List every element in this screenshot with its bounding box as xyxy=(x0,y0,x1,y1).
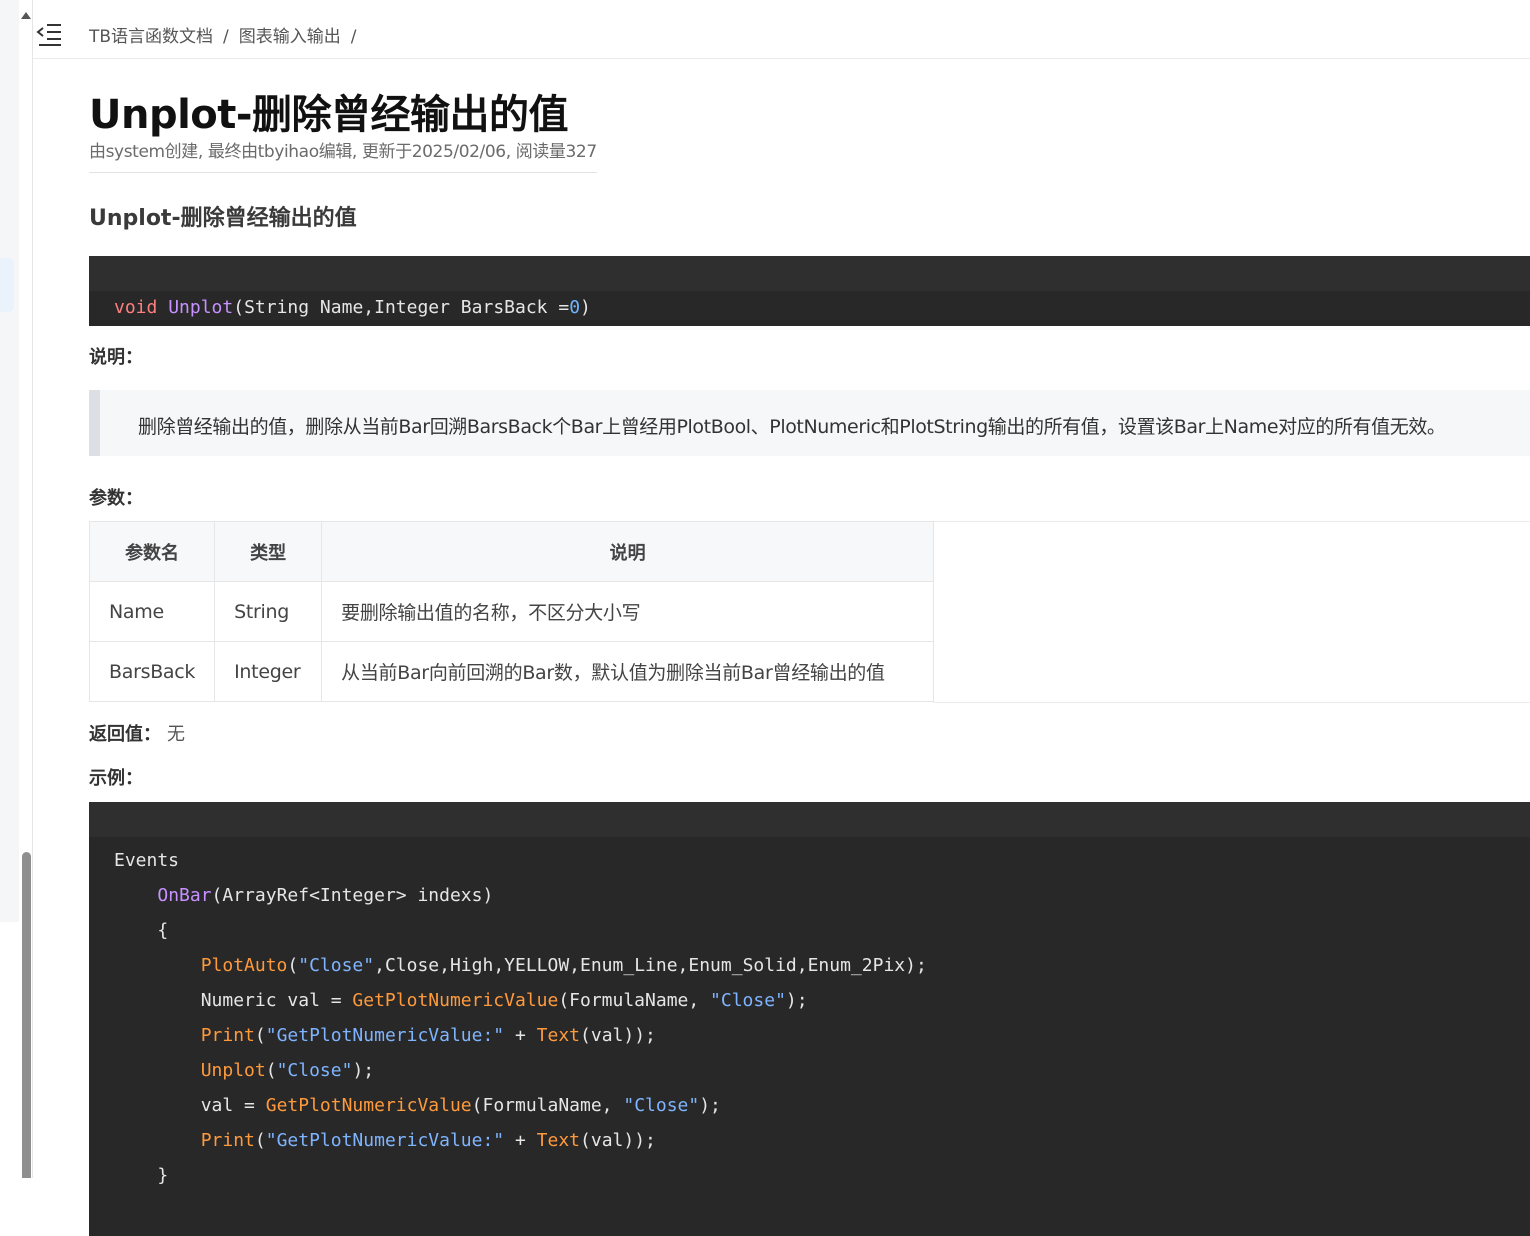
signature-code: void Unplot(String Name,Integer BarsBack… xyxy=(89,291,1530,319)
code-call: Text xyxy=(536,1025,581,1046)
param-desc: 从当前Bar向前回溯的Bar数，默认值为删除当前Bar曾经输出的值 xyxy=(321,641,935,702)
code-text: ); xyxy=(352,1060,375,1081)
code-string: "Close" xyxy=(710,990,786,1011)
sidebar-divider xyxy=(32,0,33,1178)
code-string: "Close" xyxy=(276,1060,353,1081)
code-line: { xyxy=(157,920,169,941)
column-header-type: 类型 xyxy=(214,521,323,582)
code-block-toolbar xyxy=(89,256,1530,291)
code-block-toolbar xyxy=(89,802,1530,837)
left-sidebar xyxy=(0,0,32,1178)
code-call: GetPlotNumericValue xyxy=(352,990,559,1011)
page-header: TB语言函数文档 / 图表输入输出 / xyxy=(33,0,1530,59)
code-text: + xyxy=(504,1130,537,1151)
example-label: 示例： xyxy=(89,768,143,789)
code-string: "GetPlotNumericValue:" xyxy=(265,1130,505,1151)
description-label: 说明： xyxy=(89,347,143,368)
table-row: Name String 要删除输出值的名称，不区分大小写 xyxy=(88,581,935,642)
description-text: 删除曾经输出的值，删除从当前Bar回溯BarsBack个Bar上曾经用PlotB… xyxy=(138,416,1446,438)
code-args: (String Name,Integer BarsBack = xyxy=(233,297,570,318)
code-call: Unplot xyxy=(200,1060,266,1081)
scrollbar-thumb[interactable] xyxy=(22,852,31,1178)
code-function-name: OnBar xyxy=(157,885,212,906)
example-code: Events OnBar(ArrayRef<Integer> indexs) {… xyxy=(89,837,1530,1193)
code-text: (ArrayRef<Integer> indexs) xyxy=(211,885,494,906)
sidebar-active-indicator xyxy=(0,258,14,312)
code-text: (val)); xyxy=(580,1130,656,1151)
code-text: ); xyxy=(699,1095,721,1116)
code-number: 0 xyxy=(569,297,581,318)
code-string: "GetPlotNumericValue:" xyxy=(265,1025,505,1046)
example-code-block: Events OnBar(ArrayRef<Integer> indexs) {… xyxy=(89,802,1530,1236)
code-string: "Close" xyxy=(298,955,375,976)
table-header-row: 参数名 类型 说明 xyxy=(88,521,935,582)
column-header-desc: 说明 xyxy=(321,521,935,582)
code-text: (FormulaName, xyxy=(471,1095,624,1116)
section-title: Unplot-删除曾经输出的值 xyxy=(89,206,357,231)
return-value: 无 xyxy=(167,724,185,745)
code-text: + xyxy=(504,1025,537,1046)
code-call: Print xyxy=(200,1025,255,1046)
breadcrumb-item-docs[interactable]: TB语言函数文档 xyxy=(89,27,213,47)
code-call: Text xyxy=(536,1130,581,1151)
menu-collapse-icon[interactable] xyxy=(35,22,63,48)
signature-code-block: void Unplot(String Name,Integer BarsBack… xyxy=(89,256,1530,326)
sidebar-collapsed-panel xyxy=(0,0,19,922)
param-desc: 要删除输出值的名称，不区分大小写 xyxy=(321,581,935,642)
code-text: Numeric val = xyxy=(200,990,353,1011)
param-type: Integer xyxy=(214,641,323,702)
param-type: String xyxy=(214,581,323,642)
params-label: 参数： xyxy=(89,488,143,509)
param-name: BarsBack xyxy=(88,641,216,702)
code-text: ( xyxy=(254,1130,266,1151)
code-text: val = xyxy=(200,1095,266,1116)
code-text: (val)); xyxy=(580,1025,656,1046)
code-text: ,Close,High,YELLOW,Enum_Line,Enum_Solid,… xyxy=(374,955,927,976)
table-extension-rule xyxy=(933,521,1530,522)
code-text: ( xyxy=(265,1060,277,1081)
code-line: } xyxy=(157,1165,169,1186)
code-call: Print xyxy=(200,1130,255,1151)
code-string: "Close" xyxy=(623,1095,700,1116)
return-label: 返回值： 无 xyxy=(89,720,185,746)
params-table: 参数名 类型 说明 Name String 要删除输出值的名称，不区分大小写 B… xyxy=(88,521,935,702)
code-text: ); xyxy=(785,990,808,1011)
page-title: Unplot-删除曾经输出的值 xyxy=(89,92,569,138)
code-keyword: void xyxy=(114,297,158,318)
description-blockquote: 删除曾经输出的值，删除从当前Bar回溯BarsBack个Bar上曾经用PlotB… xyxy=(89,390,1530,456)
code-text: (FormulaName, xyxy=(558,990,711,1011)
article-meta: 由system创建, 最终由tbyihao编辑, 更新于2025/02/06, … xyxy=(89,137,597,173)
breadcrumb-item-chart-io[interactable]: 图表输入输出 xyxy=(239,27,341,47)
scroll-up-arrow-icon[interactable] xyxy=(21,12,31,19)
code-call: GetPlotNumericValue xyxy=(265,1095,472,1116)
code-function-name: Unplot xyxy=(168,297,234,318)
code-close: ) xyxy=(580,297,591,318)
table-row: BarsBack Integer 从当前Bar向前回溯的Bar数，默认值为删除当… xyxy=(88,641,935,702)
breadcrumb: TB语言函数文档 / 图表输入输出 / xyxy=(89,22,367,47)
table-extension-rule xyxy=(933,702,1530,703)
code-text: ( xyxy=(254,1025,266,1046)
code-text: ( xyxy=(287,955,299,976)
breadcrumb-separator: / xyxy=(223,27,229,47)
breadcrumb-separator: / xyxy=(350,27,357,47)
param-name: Name xyxy=(88,581,216,642)
return-label-text: 返回值： xyxy=(89,724,161,745)
code-line: Events xyxy=(114,850,180,871)
code-call: PlotAuto xyxy=(200,955,288,976)
column-header-name: 参数名 xyxy=(88,521,216,582)
